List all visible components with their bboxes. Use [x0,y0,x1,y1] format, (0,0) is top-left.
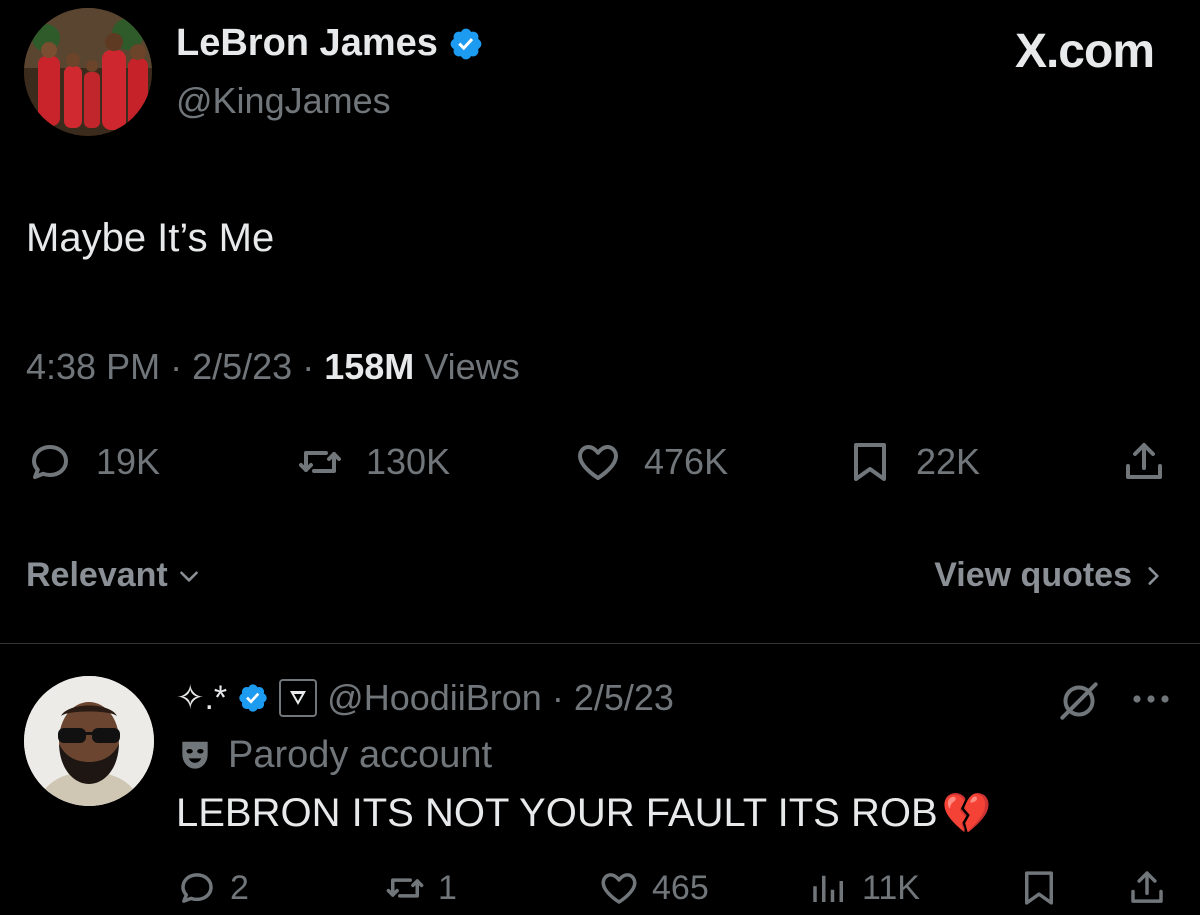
reply-share-button[interactable] [1126,864,1168,912]
tweet-date[interactable]: 2/5/23 [192,346,292,387]
grok-icon [1054,676,1104,726]
brand-watermark: X.com [1014,25,1155,78]
reply-views-count: 11K [862,868,920,907]
bookmark-icon [846,438,894,486]
share-icon [1120,438,1168,486]
reply-count: 19K [96,441,161,482]
like-button[interactable]: 476K [574,436,728,488]
verified-badge-icon [237,682,269,714]
author-name-text: LeBron James [176,22,438,64]
share-icon [1126,867,1168,909]
reply-like-count: 465 [652,868,709,907]
parody-label-text: Parody account [228,734,493,776]
reply-display-name[interactable]: ✧.* [176,678,227,718]
retweet-button[interactable]: 130K [296,436,450,488]
tweet-text: Maybe It’s Me [26,216,275,260]
reply-reply-button[interactable]: 2 [176,864,249,912]
share-button[interactable] [1120,436,1168,488]
views-count: 158M [324,346,415,387]
tweet-time[interactable]: 4:38 PM [26,346,160,387]
reply-bookmark-button[interactable] [1018,864,1060,912]
author-avatar[interactable] [24,8,152,136]
views-bar-icon [808,867,850,909]
reply-text-body: LEBRON ITS NOT YOUR FAULT ITS ROB [176,791,938,835]
reply-retweet-button[interactable]: 1 [384,864,457,912]
chevron-right-icon [1140,563,1166,589]
bookmark-count: 22K [916,441,981,482]
meta-separator: · [302,346,315,387]
parody-label: Parody account [176,734,492,777]
reply-text: LEBRON ITS NOT YOUR FAULT ITS ROB 💔 [176,790,991,837]
like-count: 476K [644,441,729,482]
grok-button[interactable] [1054,676,1104,726]
affiliate-badge-icon [279,679,318,717]
reply-avatar[interactable] [24,676,154,806]
views-label: Views [424,346,520,387]
reply-retweet-count: 1 [438,868,457,907]
retweet-count: 130K [366,441,451,482]
reply-reply-count: 2 [230,868,249,907]
heart-icon [574,438,622,486]
retweet-icon [296,438,344,486]
sort-label: Relevant [26,556,168,594]
reply-bubble-icon [176,867,218,909]
chevron-down-icon [176,563,202,589]
meta-separator: · [170,346,183,387]
heart-icon [598,867,640,909]
bookmark-button[interactable]: 22K [846,436,980,488]
reply-handle[interactable]: @HoodiiBron [327,677,542,719]
view-quotes-label: View quotes [934,556,1132,594]
reply-header: ✧.* @HoodiiBron · 2/5/23 [176,674,674,722]
reply-separator: · [551,677,564,718]
section-divider [0,643,1200,644]
reply-views-button[interactable]: 11K [808,864,920,912]
more-icon [1130,684,1172,714]
sort-relevant-dropdown[interactable]: Relevant [26,556,202,595]
parody-mask-icon [176,737,214,775]
more-options-button[interactable] [1130,684,1172,714]
bookmark-icon [1018,867,1060,909]
view-quotes-link[interactable]: View quotes [934,556,1166,595]
reply-like-button[interactable]: 465 [598,864,709,912]
retweet-icon [384,867,426,909]
verified-badge-icon [448,26,484,62]
reply-bubble-icon [26,438,74,486]
reply-date[interactable]: 2/5/23 [574,677,674,719]
author-handle[interactable]: @KingJames [176,80,391,122]
author-name[interactable]: LeBron James [176,22,484,65]
reply-button[interactable]: 19K [26,436,160,488]
tweet-meta: 4:38 PM · 2/5/23 · 158M Views [26,346,520,388]
broken-heart-emoji: 💔 [941,792,992,836]
